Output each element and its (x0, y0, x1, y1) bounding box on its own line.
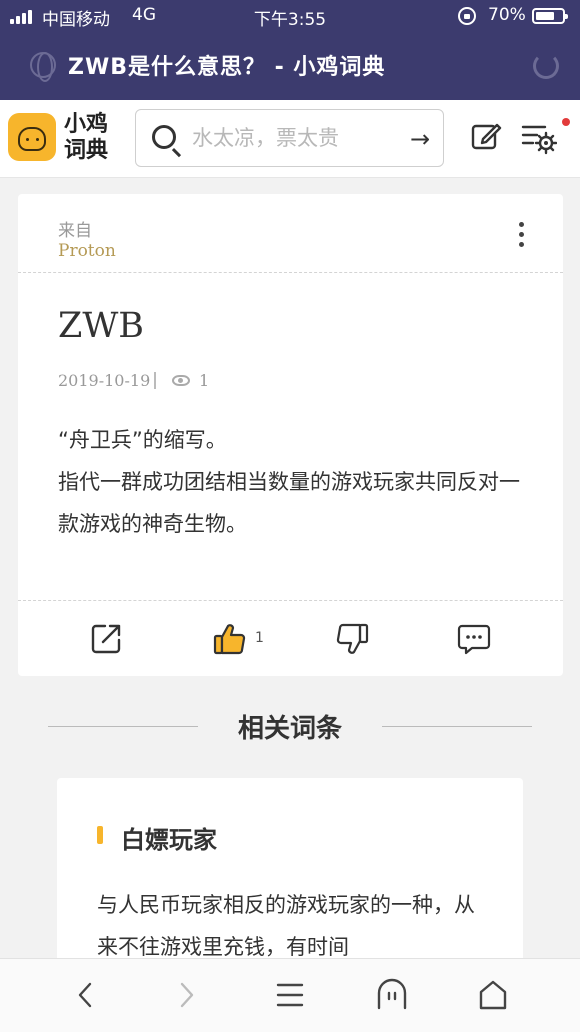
author-name[interactable]: Proton (58, 241, 116, 261)
definition-line: 指代一群成功团结相当数量的游戏玩家共同反对一款游戏的神奇生物。 (58, 470, 520, 536)
search-input[interactable] (192, 123, 392, 153)
status-bar: 中国移动 4G 下午3:55 70% (0, 0, 580, 32)
share-icon (91, 624, 121, 654)
back-icon (78, 982, 92, 1008)
page-title: ZWB是什么意思？ - 小鸡词典 (68, 55, 386, 80)
battery-icon (532, 8, 568, 24)
app-logo-icon[interactable] (8, 113, 56, 161)
view-count: 1 (199, 371, 210, 390)
search-submit-arrow-icon[interactable]: → (407, 126, 433, 152)
globe-icon (30, 52, 56, 82)
browser-title-row: ZWB是什么意思？ - 小鸡词典 (0, 34, 580, 98)
entry-definition: “舟卫兵”的缩写。 指代一群成功团结相当数量的游戏玩家共同反对一款游戏的神奇生物… (58, 419, 528, 545)
definition-line: “舟卫兵”的缩写。 (58, 428, 227, 452)
like-count: 1 (255, 630, 264, 646)
entry-date: 2019-10-19 (58, 371, 151, 390)
title-accent-bar (97, 826, 103, 844)
screen: 中国移动 4G 下午3:55 70% ZWB是什么意思？ - 小鸡词典 小鸡词典… (0, 0, 580, 1032)
entry-card: 来自 Proton ZWB 2019-10-19 1 “舟卫兵”的缩写。 指代一… (18, 194, 563, 676)
share-button[interactable] (88, 621, 124, 657)
settings-icon[interactable] (521, 121, 557, 155)
browser-bottom-nav (0, 958, 580, 1032)
related-entry-text: 与人民币玩家相反的游戏玩家的一种，从来不往游戏里充钱，有时间 (97, 893, 475, 959)
multi-window-button[interactable] (374, 977, 410, 1013)
thumbs-down-icon (336, 623, 369, 654)
forward-icon (180, 982, 194, 1008)
home-button[interactable] (475, 977, 511, 1013)
battery-percent: 70% (488, 5, 526, 25)
entry-word: ZWB (58, 306, 145, 346)
card-divider (18, 272, 563, 273)
eye-icon (172, 375, 190, 386)
forward-button[interactable] (168, 977, 204, 1013)
browser-top-bar: 中国移动 4G 下午3:55 70% ZWB是什么意思？ - 小鸡词典 (0, 0, 580, 100)
comment-icon (457, 624, 491, 655)
comment-button[interactable] (456, 621, 492, 657)
dislike-button[interactable] (334, 621, 370, 657)
refresh-icon[interactable] (533, 53, 559, 79)
thumbs-up-icon (213, 624, 246, 655)
back-button[interactable] (68, 977, 104, 1013)
multi-window-icon (377, 978, 407, 1010)
search-icon (152, 125, 176, 149)
search-box[interactable]: → (135, 109, 444, 167)
like-button[interactable] (212, 621, 248, 657)
menu-button[interactable] (272, 977, 308, 1013)
meta-divider (154, 372, 156, 389)
rotation-lock-icon (458, 7, 476, 25)
home-icon (479, 980, 507, 1010)
app-logo-text[interactable]: 小鸡词典 (64, 112, 118, 164)
edit-icon[interactable] (470, 120, 502, 152)
menu-icon (276, 983, 304, 1007)
card-divider (18, 600, 563, 601)
related-entry-title[interactable]: 白嫖玩家 (121, 820, 217, 855)
from-label: 来自 (58, 221, 92, 241)
more-options-icon[interactable] (516, 220, 526, 250)
notification-dot (562, 118, 570, 126)
section-divider (382, 726, 532, 727)
